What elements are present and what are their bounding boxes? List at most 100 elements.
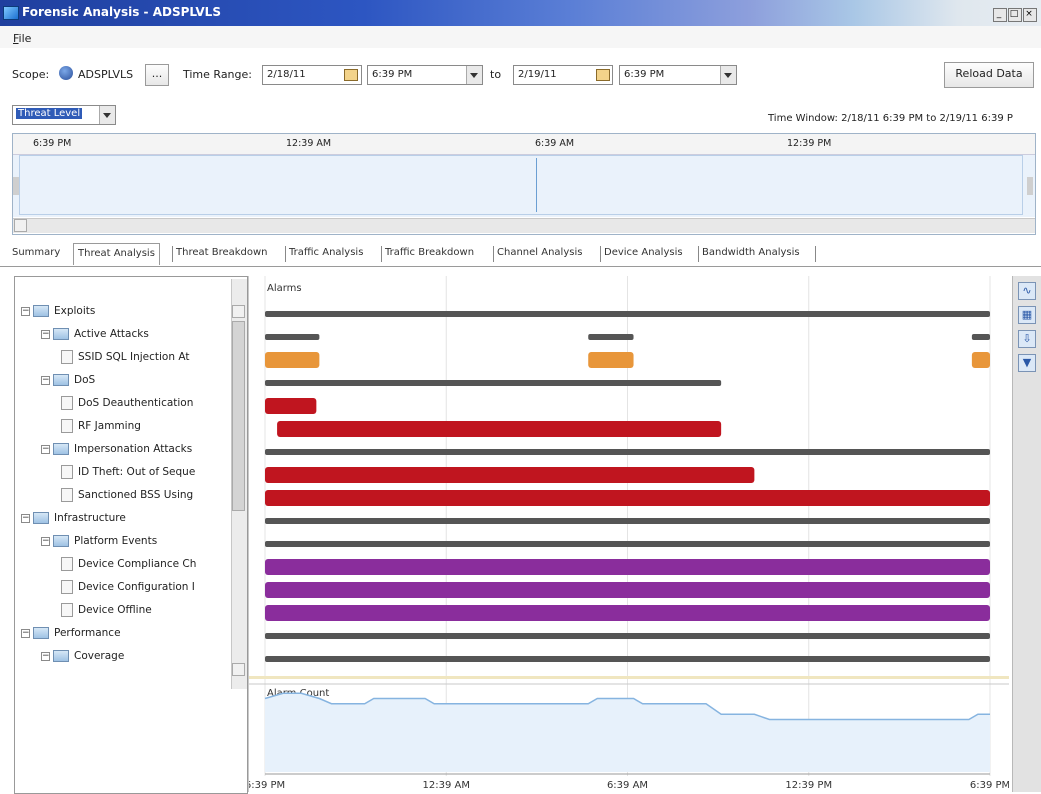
tab-threat-breakdown[interactable]: Threat Breakdown xyxy=(176,247,268,258)
overview-scrollbar[interactable] xyxy=(13,218,1035,233)
calendar-icon[interactable] xyxy=(596,69,610,81)
alarm-bar xyxy=(265,633,990,639)
collapse-icon[interactable]: − xyxy=(41,329,50,339)
collapse-icon[interactable]: − xyxy=(21,513,30,523)
tree-item-label: Device Configuration I xyxy=(78,581,195,593)
collapse-icon[interactable]: − xyxy=(21,306,30,316)
alarm-bar xyxy=(265,490,990,506)
overview-timeline[interactable]: 6:39 PM 12:39 AM 6:39 AM 12:39 PM xyxy=(12,133,1036,235)
chevron-down-icon[interactable] xyxy=(720,66,736,84)
alarms-chart-title: Alarms xyxy=(267,283,302,294)
folder-icon xyxy=(33,305,49,317)
alarm-bar xyxy=(265,582,990,598)
collapse-icon[interactable]: − xyxy=(21,628,30,638)
export-icon[interactable]: ⇩ xyxy=(1018,330,1036,348)
tree-item[interactable]: − Impersonation Attacks xyxy=(41,439,192,459)
tree-item[interactable]: DoS Deauthentication xyxy=(61,393,193,413)
reload-data-button[interactable]: Reload Data xyxy=(944,62,1034,88)
menu-bar: File xyxy=(0,26,1041,48)
close-icon[interactable]: × xyxy=(1023,8,1037,22)
tree-item[interactable]: SSID SQL Injection At xyxy=(61,347,189,367)
scope-browse-button[interactable]: ... xyxy=(145,64,169,86)
x-tick-label: 6:39 PM xyxy=(970,780,1009,791)
x-tick-label: 12:39 AM xyxy=(423,780,470,791)
folder-icon xyxy=(53,374,69,386)
alarm-bar xyxy=(265,467,755,483)
alarms-chart[interactable]: AlarmsAlarm Count6:39 PM12:39 AM6:39 AM1… xyxy=(249,276,1009,792)
tree-item[interactable]: ID Theft: Out of Seque xyxy=(61,462,195,482)
tree-item-label: DoS Deauthentication xyxy=(78,397,194,409)
tab-bandwidth-analysis[interactable]: Bandwidth Analysis xyxy=(702,247,800,258)
overview-marker xyxy=(536,158,537,212)
tree-item[interactable]: − Performance xyxy=(21,623,121,643)
tree-item[interactable]: Device Offline xyxy=(61,600,152,620)
calendar-icon[interactable] xyxy=(344,69,358,81)
to-label: to xyxy=(490,68,502,81)
overview-selection[interactable] xyxy=(19,155,1023,215)
alarm-bar xyxy=(265,518,990,524)
collapse-icon[interactable]: − xyxy=(41,651,50,661)
document-icon xyxy=(61,465,73,479)
tab-device-analysis[interactable]: Device Analysis xyxy=(604,247,683,258)
start-time-select[interactable]: 6:39 PM xyxy=(367,65,483,85)
drag-handle-right[interactable] xyxy=(1027,177,1033,195)
tree-item[interactable]: − Active Attacks xyxy=(41,324,149,344)
end-time-select[interactable]: 6:39 PM xyxy=(619,65,737,85)
folder-icon xyxy=(53,535,69,547)
menu-file[interactable]: File xyxy=(13,32,31,45)
maximize-icon[interactable]: □ xyxy=(1008,8,1022,22)
tab-threat-analysis[interactable]: Threat Analysis xyxy=(73,243,160,265)
tree-item-label: RF Jamming xyxy=(78,420,141,432)
tree-item[interactable]: RF Jamming xyxy=(61,416,141,436)
time-window-label: Time Window: 2/18/11 6:39 PM to 2/19/11 … xyxy=(768,113,1013,124)
scroll-up-icon[interactable] xyxy=(232,305,245,318)
tree-item[interactable]: Device Compliance Ch xyxy=(61,554,196,574)
overview-plot[interactable] xyxy=(13,155,1035,217)
tree-item[interactable]: − Coverage xyxy=(41,646,124,666)
alarm-bar xyxy=(588,352,634,368)
overview-tick: 12:39 PM xyxy=(787,138,832,149)
chart-view-icon[interactable]: ∿ xyxy=(1018,282,1036,300)
alarm-bar xyxy=(265,605,990,621)
tree-item-label: SSID SQL Injection At xyxy=(78,351,190,363)
x-tick-label: 6:39 AM xyxy=(607,780,648,791)
metric-select[interactable]: Threat Level xyxy=(12,105,116,125)
chevron-down-icon[interactable] xyxy=(466,66,482,84)
tab-summary[interactable]: Summary xyxy=(12,247,60,258)
globe-icon xyxy=(59,66,73,80)
collapse-icon[interactable]: − xyxy=(41,536,50,546)
table-view-icon[interactable]: ▦ xyxy=(1018,306,1036,324)
tree-item[interactable]: Sanctioned BSS Using xyxy=(61,485,193,505)
metric-select-value: Threat Level xyxy=(16,108,83,119)
start-time-value: 6:39 PM xyxy=(372,69,413,80)
document-icon xyxy=(61,350,73,364)
collapse-icon[interactable]: − xyxy=(41,375,50,385)
tree-item[interactable]: Device Configuration I xyxy=(61,577,195,597)
scroll-down-icon[interactable] xyxy=(232,663,245,676)
tab-channel-analysis[interactable]: Channel Analysis xyxy=(497,247,582,258)
chevron-down-icon[interactable] xyxy=(99,106,115,124)
filter-icon[interactable]: ▼ xyxy=(1018,354,1036,372)
scope-value: ADSPLVLS xyxy=(78,68,134,81)
tree-item[interactable]: − Infrastructure xyxy=(21,508,126,528)
alarms-chart-panel[interactable]: AlarmsAlarm Count6:39 PM12:39 AM6:39 AM1… xyxy=(248,276,1009,792)
alarm-bar xyxy=(265,449,990,455)
tab-traffic-breakdown[interactable]: Traffic Breakdown xyxy=(385,247,474,258)
alarm-bar xyxy=(265,559,990,575)
overview-tick: 12:39 AM xyxy=(286,138,332,149)
threat-tree[interactable]: − Exploits − Active Attacks SSID SQL Injecti… xyxy=(14,276,248,794)
title-bar[interactable]: Forensic Analysis - ADSPLVLS _ □ × xyxy=(0,0,1041,26)
drag-handle-left[interactable] xyxy=(13,177,19,195)
collapse-icon[interactable]: − xyxy=(41,444,50,454)
tree-item[interactable]: − Exploits xyxy=(21,301,95,321)
scroll-left-icon[interactable] xyxy=(14,219,27,232)
tab-traffic-analysis[interactable]: Traffic Analysis xyxy=(289,247,363,258)
tree-item[interactable]: − DoS xyxy=(41,370,95,390)
overview-axis: 6:39 PM 12:39 AM 6:39 AM 12:39 PM xyxy=(13,134,1035,155)
app-icon xyxy=(3,6,19,20)
minimize-icon[interactable]: _ xyxy=(993,8,1007,22)
window-controls: _ □ × xyxy=(992,6,1037,22)
tree-item[interactable]: − Platform Events xyxy=(41,531,157,551)
tree-scroll-thumb[interactable] xyxy=(232,321,245,511)
tree-item-label: Coverage xyxy=(74,650,125,662)
